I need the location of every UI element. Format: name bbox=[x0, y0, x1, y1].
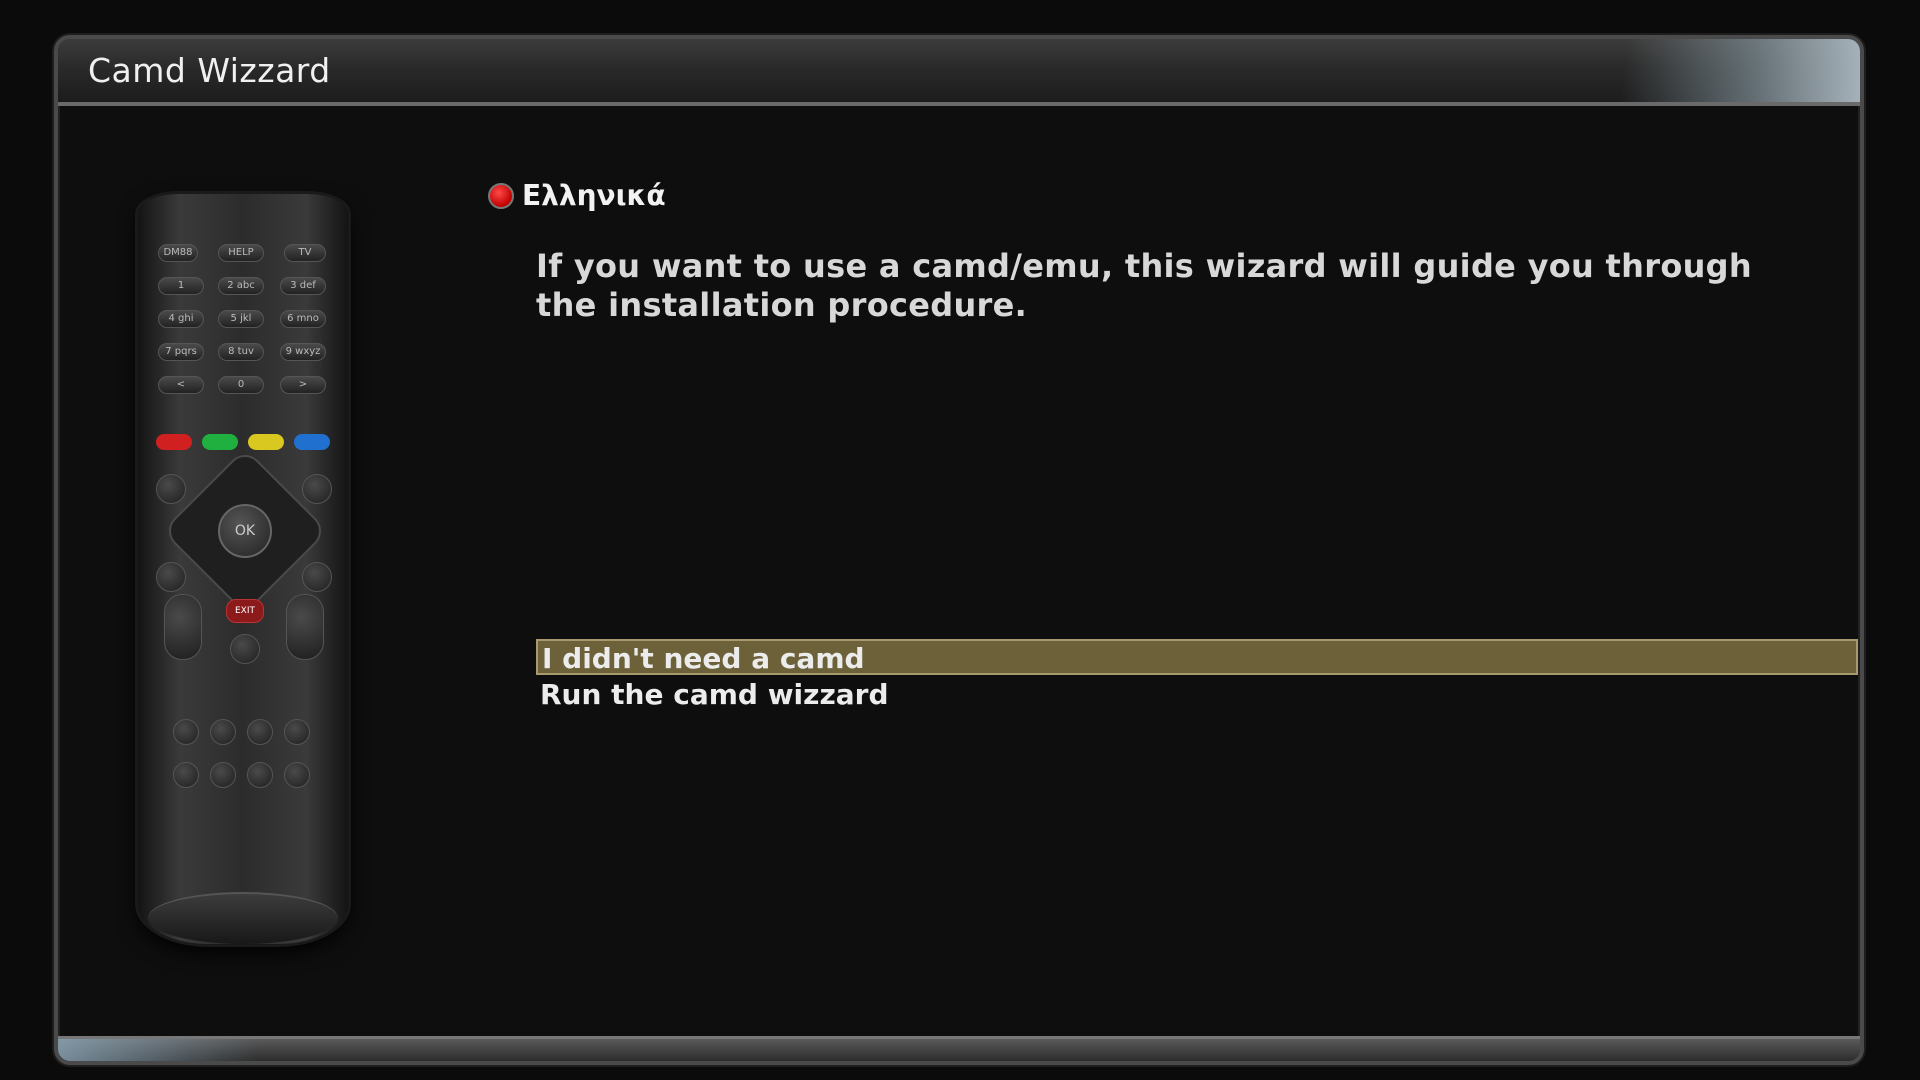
title-bar: Camd Wizzard bbox=[58, 39, 1860, 106]
remote-channel-rocker bbox=[286, 594, 324, 660]
remote-exit-button: EXIT bbox=[226, 599, 264, 623]
remote-forward-button bbox=[284, 719, 310, 745]
remote-tv-button bbox=[173, 762, 199, 788]
remote-button-tv: TV bbox=[284, 244, 326, 262]
remote-text-button bbox=[247, 762, 273, 788]
remote-blue-button bbox=[294, 434, 330, 450]
remote-yellow-button bbox=[248, 434, 284, 450]
remote-base bbox=[148, 892, 338, 944]
remote-button-0: 0 bbox=[218, 376, 264, 394]
remote-button-7: 7 pqrs bbox=[158, 343, 204, 361]
remote-control-image: DM88 HELP TV 1 2 abc 3 def 4 ghi 5 jkl 6… bbox=[138, 194, 348, 944]
remote-green-button bbox=[202, 434, 238, 450]
remote-button-8: 8 tuv bbox=[218, 343, 264, 361]
wizard-options-list: I didn't need a camd Run the camd wizzar… bbox=[536, 639, 1858, 715]
remote-button-6: 6 mno bbox=[280, 310, 326, 328]
remote-rec-button bbox=[284, 762, 310, 788]
remote-button-5: 5 jkl bbox=[218, 310, 264, 328]
window-title: Camd Wizzard bbox=[88, 51, 331, 90]
option-run-camd-wizard[interactable]: Run the camd wizzard bbox=[536, 677, 1858, 713]
bottom-bar bbox=[58, 1036, 1860, 1061]
remote-button-dm88: DM88 bbox=[158, 244, 198, 262]
remote-button-9: 9 wxyz bbox=[280, 343, 326, 361]
remote-ok-button: OK bbox=[218, 504, 272, 558]
red-button-icon bbox=[488, 182, 514, 209]
remote-button-1: 1 bbox=[158, 277, 204, 295]
language-indicator: Ελληνικά bbox=[488, 179, 666, 212]
remote-button-2: 2 abc bbox=[218, 277, 264, 295]
remote-button-3: 3 def bbox=[280, 277, 326, 295]
remote-button-next: > bbox=[280, 376, 326, 394]
remote-pvr-button bbox=[302, 562, 332, 592]
remote-button-prev: < bbox=[158, 376, 204, 394]
language-label[interactable]: Ελληνικά bbox=[522, 179, 666, 212]
remote-info-button bbox=[156, 474, 186, 504]
remote-button-help: HELP bbox=[218, 244, 264, 262]
remote-mute-button bbox=[230, 634, 260, 664]
remote-radio-button bbox=[210, 762, 236, 788]
camd-wizard-window: Camd Wizzard DM88 HELP TV 1 2 abc 3 def … bbox=[54, 35, 1864, 1065]
remote-stop-button bbox=[247, 719, 273, 745]
remote-button-4: 4 ghi bbox=[158, 310, 204, 328]
remote-volume-rocker bbox=[164, 594, 202, 660]
remote-rewind-button bbox=[173, 719, 199, 745]
wizard-description: If you want to use a camd/emu, this wiza… bbox=[536, 247, 1752, 324]
remote-red-button bbox=[156, 434, 192, 450]
remote-play-button bbox=[210, 719, 236, 745]
remote-audio-button bbox=[156, 562, 186, 592]
option-no-camd[interactable]: I didn't need a camd bbox=[536, 639, 1858, 675]
remote-menu-button bbox=[302, 474, 332, 504]
